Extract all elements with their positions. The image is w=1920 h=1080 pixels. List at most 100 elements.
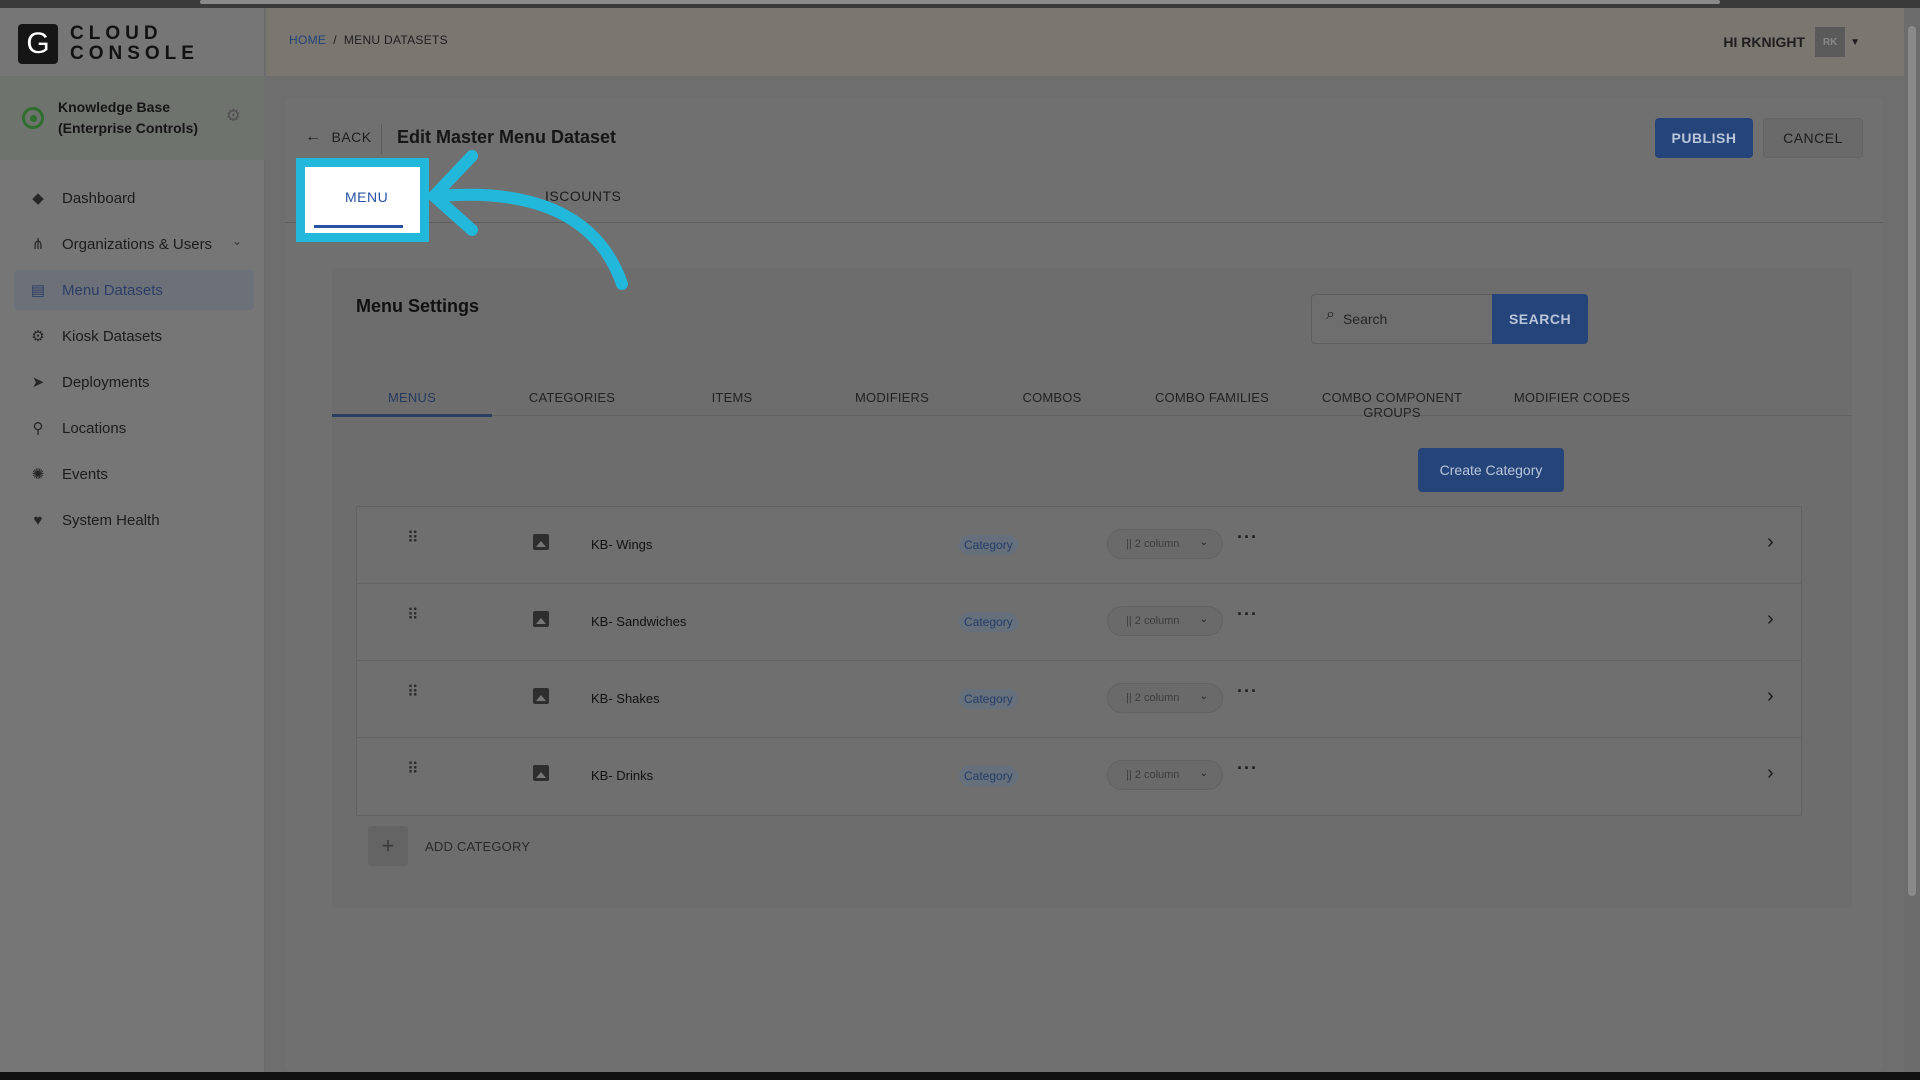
back-label: BACK [331, 129, 372, 145]
chevron-down-icon: ⌄ [1199, 537, 1208, 548]
add-category-button[interactable]: + ADD CATEGORY [368, 826, 530, 866]
aperture-icon: ✺ [31, 466, 45, 483]
sidebar-item-label: System Health [62, 511, 160, 529]
menu-settings-card: Menu Settings ⌕ Search SEARCH MENUS CATE… [332, 268, 1852, 908]
gear-icon: ⚙ [31, 328, 45, 345]
column-layout-select[interactable]: || 2 column ⌄ [1107, 760, 1223, 790]
add-category-label: ADD CATEGORY [425, 838, 531, 854]
chevron-right-icon[interactable]: › [1767, 762, 1774, 785]
sidebar-item-locations[interactable]: ⚲ Locations [14, 408, 254, 448]
page-title: Edit Master Menu Dataset [397, 127, 617, 147]
divider [381, 124, 382, 154]
avatar: RK [1815, 27, 1846, 57]
column-layout-value: || 2 column [1126, 615, 1180, 627]
sidebar-item-deployments[interactable]: ➤ Deployments [14, 362, 254, 402]
tab-combo-families[interactable]: COMBO FAMILIES [1132, 390, 1292, 405]
column-layout-select[interactable]: || 2 column ⌄ [1107, 606, 1223, 636]
list-item[interactable]: ⠿ KB- Drinks Category || 2 column ⌄ ··· › [357, 738, 1801, 815]
sidebar-item-system-health[interactable]: ♥ System Health [14, 500, 254, 540]
category-name: KB- Shakes [591, 691, 660, 706]
category-badge: Category [959, 535, 1018, 555]
browser-top-strip [0, 0, 1920, 8]
chevron-right-icon[interactable]: › [1767, 531, 1774, 554]
search-button[interactable]: SEARCH [1492, 294, 1588, 344]
drag-handle-icon[interactable]: ⠿ [407, 685, 419, 701]
app-logo[interactable]: G CLOUD CONSOLE [18, 24, 199, 64]
logo-mark: G [18, 24, 58, 64]
back-button[interactable]: ← BACK [305, 128, 372, 146]
chevron-down-icon[interactable]: ⌄ [232, 234, 242, 248]
user-menu[interactable]: HI RKNIGHT RK ▼ [1723, 27, 1860, 57]
drag-handle-icon[interactable]: ⠿ [407, 762, 419, 778]
sidebar-item-menu-datasets[interactable]: ▤ Menu Datasets [14, 270, 254, 310]
more-options-icon[interactable]: ··· [1237, 681, 1258, 702]
image-icon [533, 611, 549, 627]
org-switcher[interactable]: Knowledge Base (Enterprise Controls) ⚙ [0, 76, 265, 160]
tab-combos[interactable]: COMBOS [972, 390, 1132, 405]
create-category-button[interactable]: Create Category [1418, 448, 1564, 492]
tab-items[interactable]: ITEMS [652, 390, 812, 405]
org-settings-gear-icon[interactable]: ⚙ [226, 106, 241, 126]
logo-line-1: CLOUD [70, 23, 163, 44]
tab-categories[interactable]: CATEGORIES [492, 390, 652, 405]
tab-modifiers[interactable]: MODIFIERS [812, 390, 972, 405]
sidebar-item-label: Deployments [62, 373, 150, 391]
breadcrumb-separator: / [333, 33, 337, 47]
image-icon [533, 765, 549, 781]
image-icon [533, 534, 549, 550]
org-tree-icon: ⋔ [31, 236, 45, 253]
paper-plane-icon: ➤ [31, 374, 45, 391]
tab-menu-highlight[interactable]: MENU [296, 158, 429, 242]
drag-handle-icon[interactable]: ⠿ [407, 608, 419, 624]
more-options-icon[interactable]: ··· [1237, 758, 1258, 779]
column-layout-select[interactable]: || 2 column ⌄ [1107, 529, 1223, 559]
heartbeat-icon: ♥ [33, 511, 43, 529]
list-item[interactable]: ⠿ KB- Sandwiches Category || 2 column ⌄ ·… [357, 584, 1801, 661]
chevron-down-icon: ⌄ [1199, 691, 1208, 702]
sidebar-item-organizations-users[interactable]: ⋔ Organizations & Users ⌄ [14, 224, 254, 264]
list-item[interactable]: ⠿ KB- Wings Category || 2 column ⌄ ··· › [357, 507, 1801, 584]
sidebar-item-kiosk-datasets[interactable]: ⚙ Kiosk Datasets [14, 316, 254, 356]
chevron-down-icon: ⌄ [1199, 614, 1208, 625]
more-options-icon[interactable]: ··· [1237, 604, 1258, 625]
location-target-icon [22, 107, 44, 129]
browser-progress-bar [200, 0, 1720, 4]
tab-modifier-codes[interactable]: MODIFIER CODES [1492, 390, 1652, 405]
tab-menus[interactable]: MENUS [332, 390, 492, 405]
page-scrollbar[interactable] [1904, 8, 1920, 1072]
column-layout-value: || 2 column [1126, 692, 1180, 704]
chevron-right-icon[interactable]: › [1767, 685, 1774, 708]
breadcrumb-current: MENU DATASETS [343, 33, 448, 47]
cancel-button[interactable]: CANCEL [1763, 118, 1863, 158]
category-name: KB- Drinks [591, 768, 654, 783]
menu-settings-tabs: MENUS CATEGORIES ITEMS MODIFIERS COMBOS … [332, 378, 1852, 420]
chevron-right-icon[interactable]: › [1767, 608, 1774, 631]
chevron-down-icon: ⌄ [1199, 768, 1208, 779]
sidebar-item-events[interactable]: ✺ Events [14, 454, 254, 494]
top-header: HOME / MENU DATASETS HI RKNIGHT RK ▼ [266, 8, 1904, 76]
tab-menu[interactable]: MENU [345, 189, 388, 205]
breadcrumb: HOME / MENU DATASETS [289, 33, 448, 47]
sidebar: G CLOUD CONSOLE Knowledge Base (Enterpri… [0, 8, 265, 1072]
more-options-icon[interactable]: ··· [1237, 527, 1258, 548]
column-layout-select[interactable]: || 2 column ⌄ [1107, 683, 1223, 713]
logo-line-2: CONSOLE [70, 43, 199, 64]
user-greeting: HI RKNIGHT [1723, 34, 1806, 50]
search-input[interactable]: ⌕ Search [1311, 294, 1493, 344]
caret-down-icon: ▼ [1850, 36, 1860, 48]
org-name: Knowledge Base (Enterprise Controls) [58, 99, 199, 136]
list-item[interactable]: ⠿ KB- Shakes Category || 2 column ⌄ ··· › [357, 661, 1801, 738]
publish-button[interactable]: PUBLISH [1655, 118, 1753, 158]
search-placeholder: Search [1342, 311, 1388, 327]
category-badge: Category [959, 612, 1018, 632]
sidebar-nav: ◆ Dashboard ⋔ Organizations & Users ⌄ ▤ … [14, 178, 254, 546]
category-badge: Category [959, 689, 1018, 709]
category-list: ⠿ KB- Wings Category || 2 column ⌄ ··· › … [356, 506, 1802, 816]
breadcrumb-home-link[interactable]: HOME [289, 33, 326, 47]
tab-combo-component-groups[interactable]: COMBO COMPONENT GROUPS [1292, 390, 1492, 420]
scrollbar-thumb[interactable] [1908, 26, 1916, 896]
sidebar-item-dashboard[interactable]: ◆ Dashboard [14, 178, 254, 218]
sidebar-item-label: Events [62, 465, 108, 483]
sidebar-item-label: Dashboard [62, 189, 136, 207]
drag-handle-icon[interactable]: ⠿ [407, 531, 419, 547]
